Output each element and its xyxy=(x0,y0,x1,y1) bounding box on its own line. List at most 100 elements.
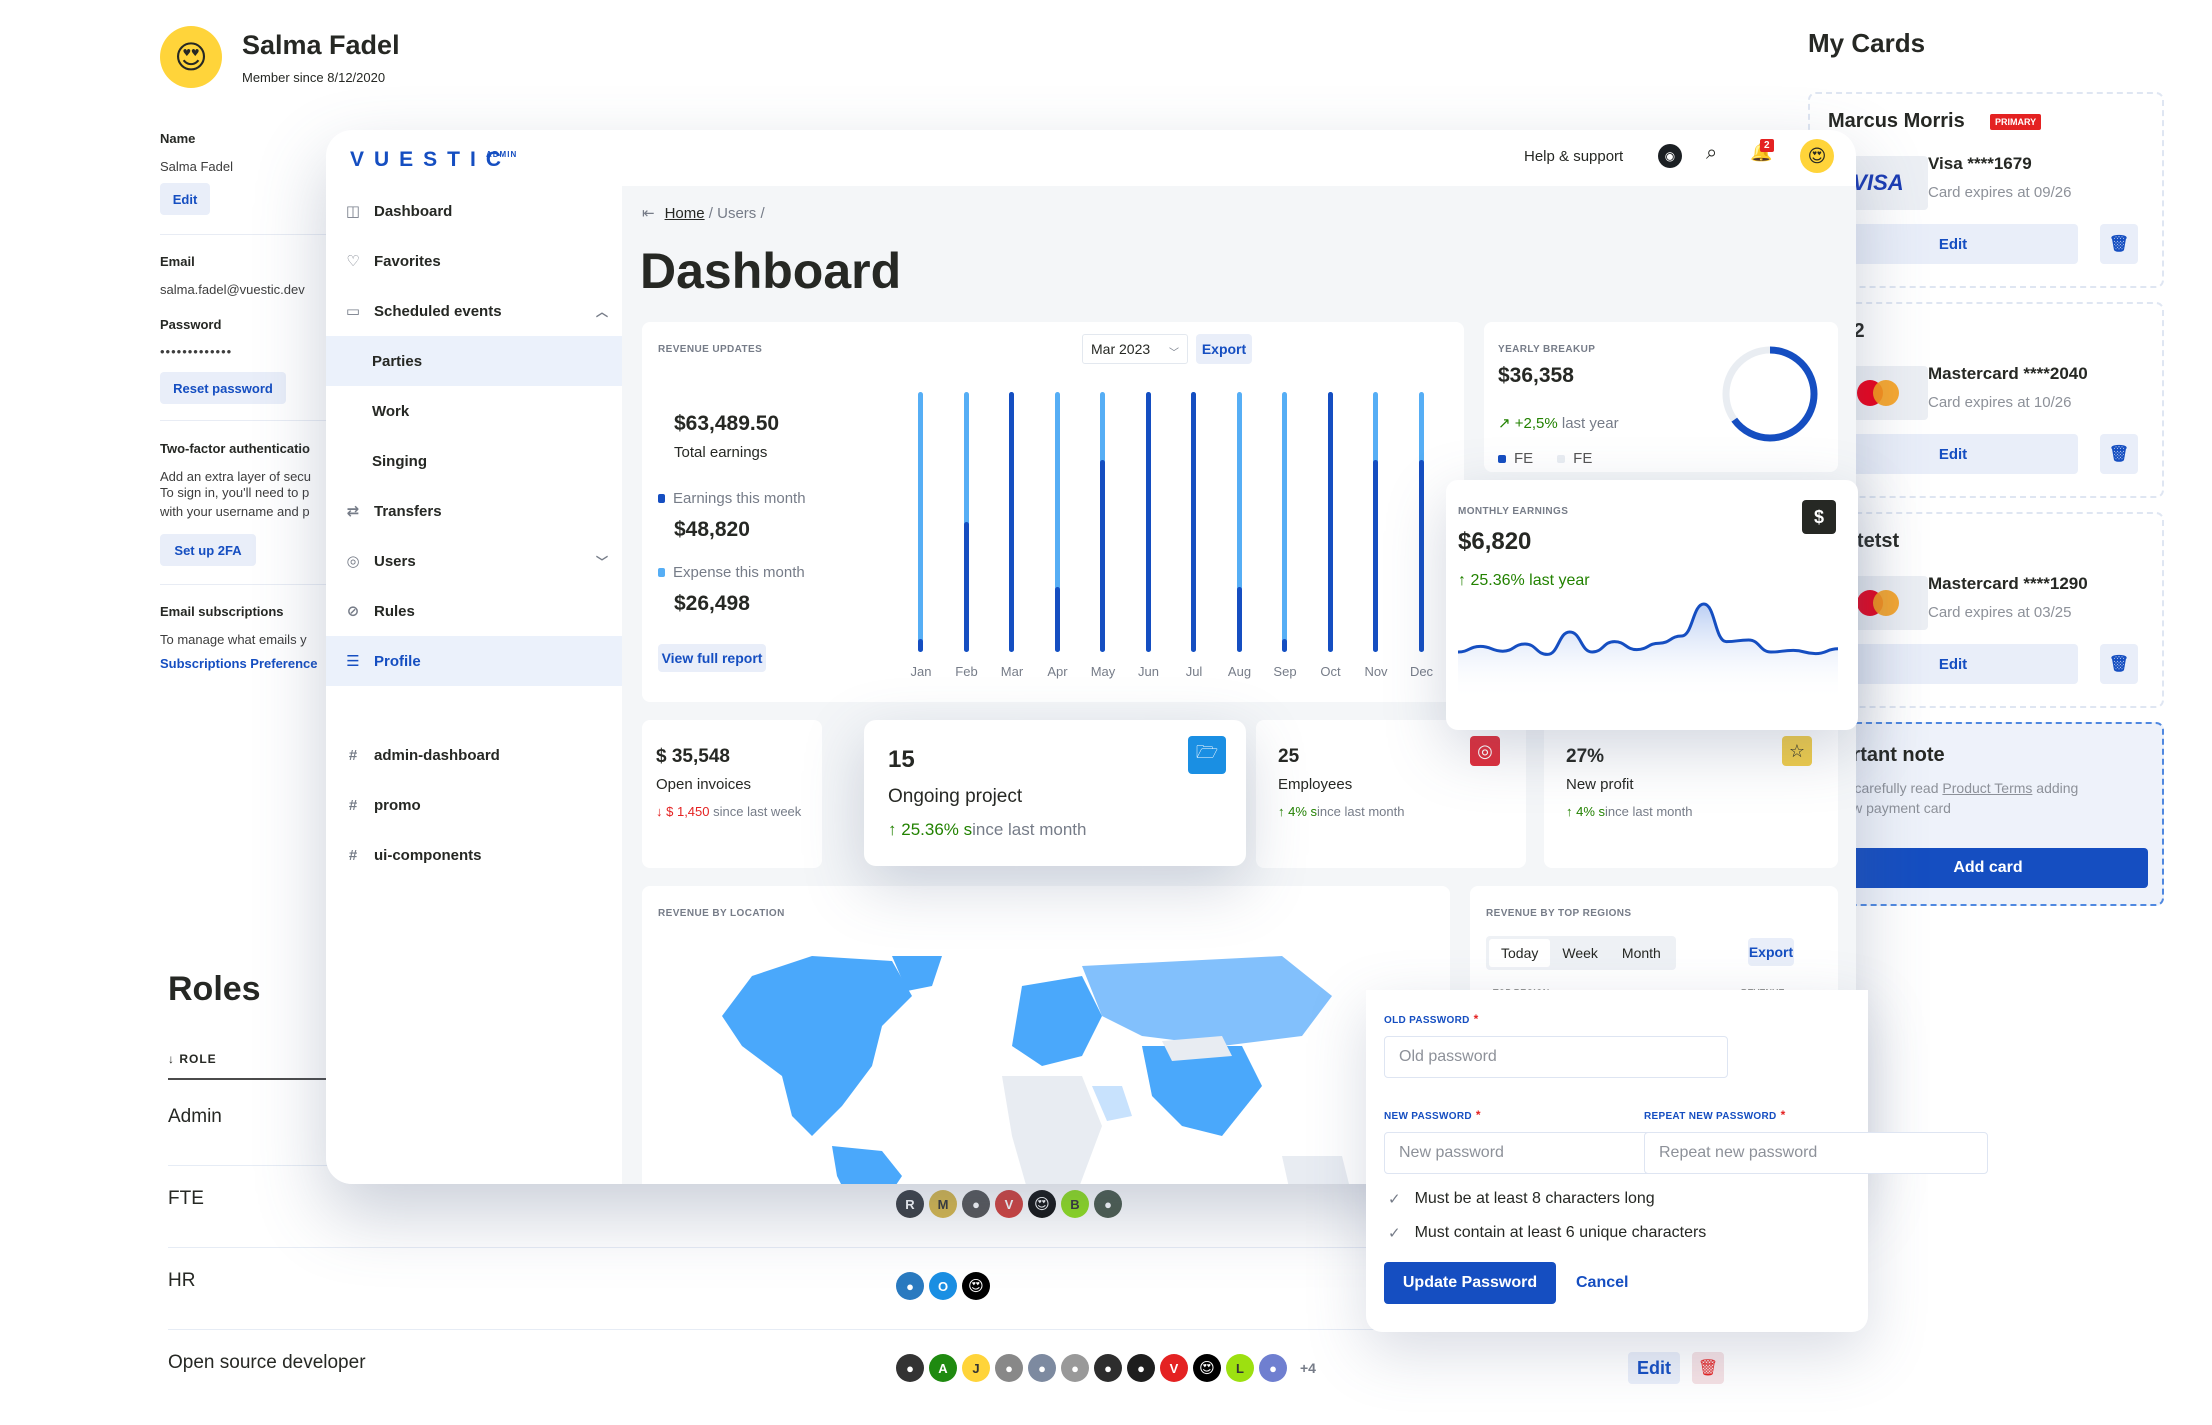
edit-card-button[interactable]: Edit xyxy=(1828,434,2078,474)
product-terms-link[interactable]: Product Terms xyxy=(1942,780,2032,796)
member-avatar[interactable]: R xyxy=(896,1190,924,1218)
member-avatar[interactable]: 😍 xyxy=(1193,1354,1221,1382)
stat-value: $ 35,548 xyxy=(656,746,730,767)
member-avatar[interactable]: O xyxy=(929,1272,957,1300)
subscriptions-link[interactable]: Subscriptions Preference xyxy=(160,656,318,671)
role-column-header[interactable]: ↓ ROLE xyxy=(168,1052,217,1066)
member-avatar[interactable]: ● xyxy=(1061,1354,1089,1382)
bar-earnings-jul xyxy=(1191,392,1196,652)
email-value: salma.fadel@vuestic.dev xyxy=(160,282,305,297)
member-avatar[interactable]: ● xyxy=(896,1272,924,1300)
earnings-legend: Earnings this month xyxy=(658,490,806,507)
delete-card-button[interactable]: 🗑 xyxy=(2100,224,2138,264)
more-members-count[interactable]: +4 xyxy=(1300,1360,1316,1376)
update-password-button[interactable]: Update Password xyxy=(1384,1262,1556,1304)
sidebar-item-profile[interactable]: ☰ Profile xyxy=(326,636,622,686)
hash-icon: # xyxy=(348,746,358,764)
export-button[interactable]: Export xyxy=(1748,938,1794,966)
sidebar-item-parties[interactable]: Parties xyxy=(326,336,622,386)
help-support-link[interactable]: Help & support xyxy=(1524,148,1623,165)
member-avatar[interactable]: ● xyxy=(896,1354,924,1382)
sidebar-item-transfers[interactable]: ⇄ Transfers xyxy=(326,486,622,536)
member-avatar[interactable]: ● xyxy=(1127,1354,1155,1382)
stat-card-new-profit: 27% New profit ↑ 4% since last month ☆ xyxy=(1544,720,1838,868)
member-avatar[interactable]: ● xyxy=(1094,1190,1122,1218)
user-avatar[interactable]: 😍 xyxy=(1800,139,1834,173)
sidebar-item-singing[interactable]: Singing xyxy=(326,436,622,486)
bar-earnings-dec xyxy=(1418,459,1424,652)
member-avatar[interactable]: 😍 xyxy=(962,1272,990,1300)
map-middle-east xyxy=(1092,1086,1132,1121)
search-icon[interactable]: ⌕ xyxy=(1706,142,1717,165)
expense-legend: Expense this month xyxy=(658,564,805,581)
member-avatar[interactable]: 😍 xyxy=(1028,1190,1056,1218)
menu-collapse-icon[interactable]: ⇤ xyxy=(642,205,655,222)
add-card-button[interactable]: Add card xyxy=(1828,848,2148,888)
tab-today[interactable]: Today xyxy=(1489,939,1551,967)
cancel-button[interactable]: Cancel xyxy=(1576,1274,1628,1292)
x-tick-label: Oct xyxy=(1320,664,1341,679)
member-avatar[interactable]: ● xyxy=(995,1354,1023,1382)
member-avatar[interactable]: ● xyxy=(1259,1354,1287,1382)
github-icon[interactable]: ◉ xyxy=(1658,144,1682,168)
edit-card-button[interactable]: Edit xyxy=(1828,644,2078,684)
breadcrumb-home[interactable]: Home xyxy=(665,205,705,222)
x-tick-label: May xyxy=(1090,664,1116,679)
chevron-up-icon: ︿ xyxy=(595,304,608,319)
trend-up-icon: ↑ xyxy=(1566,804,1577,819)
sidebar-tag-ui-components[interactable]: # ui-components xyxy=(326,830,622,880)
sidebar: ◫ Dashboard ♡ Favorites ▭ Scheduled events ︿… xyxy=(326,186,622,1184)
reset-password-button[interactable]: Reset password xyxy=(160,372,286,404)
sidebar-item-rules[interactable]: ⊘ Rules xyxy=(326,586,622,636)
member-avatar[interactable]: M xyxy=(929,1190,957,1218)
export-button[interactable]: Export xyxy=(1196,334,1252,364)
member-avatar[interactable]: A xyxy=(929,1354,957,1382)
bar-earnings-oct xyxy=(1327,392,1333,652)
x-tick-label: Mar xyxy=(1000,664,1024,679)
bar-earnings-sep xyxy=(1282,639,1287,652)
edit-card-button[interactable]: Edit xyxy=(1828,224,2078,264)
sidebar-item-users[interactable]: ◎ Users ﹀ xyxy=(326,536,622,586)
sidebar-item-scheduled-events[interactable]: ▭ Scheduled events ︿ xyxy=(326,286,622,336)
delete-role-button[interactable]: 🗑 xyxy=(1692,1352,1724,1384)
stat-card-employees: 25 Employees ↑ 4% since last month ◎ xyxy=(1256,720,1526,868)
view-full-report-button[interactable]: View full report xyxy=(658,644,766,672)
period-select[interactable]: Mar 2023 ﹀ xyxy=(1082,334,1188,364)
sidebar-item-favorites[interactable]: ♡ Favorites xyxy=(326,236,622,286)
check-icon: ✓ xyxy=(1388,1191,1401,1208)
setup-2fa-button[interactable]: Set up 2FA xyxy=(160,534,256,566)
sidebar-item-work[interactable]: Work xyxy=(326,386,622,436)
sidebar-tag-admin-dashboard[interactable]: # admin-dashboard xyxy=(326,730,622,780)
delete-card-button[interactable]: 🗑 xyxy=(2100,644,2138,684)
trend-up-icon: ↑ xyxy=(1278,804,1289,819)
hash-icon: # xyxy=(348,846,358,864)
member-avatar[interactable]: ● xyxy=(1028,1354,1056,1382)
member-avatar[interactable]: ● xyxy=(962,1190,990,1218)
member-avatar[interactable]: V xyxy=(1160,1354,1188,1382)
edit-name-button[interactable]: Edit xyxy=(160,183,210,215)
edit-role-button[interactable]: Edit xyxy=(1628,1352,1680,1384)
bar-earnings-aug xyxy=(1236,587,1242,652)
sidebar-tag-promo[interactable]: # promo xyxy=(326,780,622,830)
member-avatar[interactable]: J xyxy=(962,1354,990,1382)
tab-week[interactable]: Week xyxy=(1550,939,1610,967)
delete-card-button[interactable]: 🗑 xyxy=(2100,434,2138,474)
bar-apr xyxy=(1054,392,1060,652)
sidebar-item-dashboard[interactable]: ◫ Dashboard xyxy=(326,186,622,236)
breadcrumb-users[interactable]: Users xyxy=(717,205,756,222)
stat-value: 15 xyxy=(888,746,915,773)
old-password-input[interactable] xyxy=(1384,1036,1728,1078)
member-avatar[interactable]: B xyxy=(1061,1190,1089,1218)
logo-badge: ADMIN xyxy=(486,150,518,159)
member-avatar[interactable]: ● xyxy=(1094,1354,1122,1382)
repeat-password-input[interactable] xyxy=(1644,1132,1988,1174)
stat-card-ongoing-project: 15 Ongoing project ↑ 25.36% since last m… xyxy=(864,720,1246,866)
member-avatar[interactable]: V xyxy=(995,1190,1023,1218)
member-avatar[interactable]: L xyxy=(1226,1354,1254,1382)
x-tick-label: Feb xyxy=(955,664,978,679)
map-south-america xyxy=(832,1146,902,1184)
revenue-by-location-card: REVENUE BY LOCATION xyxy=(642,886,1450,1184)
x-tick-label: Sep xyxy=(1273,664,1297,679)
new-password-label: NEW PASSWORD * xyxy=(1384,1108,1481,1122)
tab-month[interactable]: Month xyxy=(1610,939,1673,967)
